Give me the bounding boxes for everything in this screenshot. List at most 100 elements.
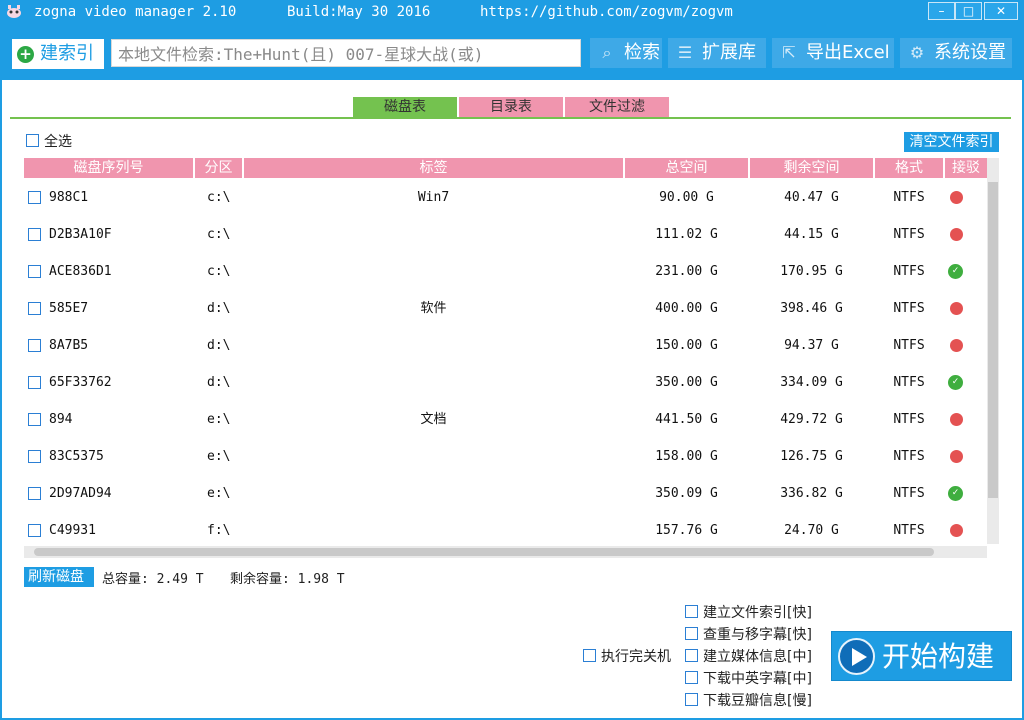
option-download-douban-checkbox[interactable] (685, 693, 698, 706)
column-header-total[interactable]: 总空间 (625, 158, 748, 178)
play-icon (838, 638, 875, 675)
extend-library-button[interactable]: ☰ 扩展库 (668, 38, 766, 68)
close-button[interactable]: ✕ (984, 2, 1018, 20)
cell-format: NTFS (893, 338, 925, 353)
tab-disk-table[interactable]: 磁盘表 (353, 97, 457, 117)
build-index-button[interactable]: + 建索引 (12, 39, 104, 69)
build-index-label: 建索引 (40, 43, 94, 64)
row-checkbox[interactable] (28, 302, 41, 315)
option-dedupe-subtitles-checkbox[interactable] (685, 627, 698, 640)
disconnected-status-icon (950, 228, 963, 241)
tab-divider (10, 117, 1011, 119)
minimize-button[interactable]: – (928, 2, 955, 20)
table-row[interactable]: ACE836D1 c:\ 231.00 G 170.95 G NTFS ✓ (24, 253, 984, 290)
plus-icon: + (17, 46, 34, 63)
table-row[interactable]: 2D97AD94 e:\ 350.09 G 336.82 G NTFS ✓ (24, 475, 984, 512)
search-input[interactable] (111, 39, 581, 67)
cell-label: 软件 (420, 301, 447, 316)
option-build-file-index-checkbox[interactable] (685, 605, 698, 618)
row-checkbox[interactable] (28, 228, 41, 241)
row-checkbox[interactable] (28, 413, 41, 426)
row-checkbox[interactable] (28, 265, 41, 278)
cell-free: 398.46 G (780, 301, 843, 316)
table-row[interactable]: 8A7B5 d:\ 150.00 G 94.37 G NTFS (24, 327, 984, 364)
connected-check-icon: ✓ (948, 375, 963, 390)
cell-partition: e:\ (207, 412, 231, 427)
start-build-button[interactable]: 开始构建 (831, 631, 1012, 681)
option-build-media-info-label: 建立媒体信息[中] (703, 649, 812, 665)
column-header-connected[interactable]: 接驳 (945, 158, 987, 178)
refresh-disks-button[interactable]: 刷新磁盘 (24, 567, 94, 587)
row-checkbox[interactable] (28, 450, 41, 463)
disconnected-status-icon (950, 413, 963, 426)
table-row[interactable]: 988C1 c:\ Win7 90.00 G 40.47 G NTFS (24, 179, 984, 216)
cell-serial: 8A7B5 (49, 338, 89, 353)
cell-partition: c:\ (207, 264, 231, 279)
gear-icon: ⚙ (909, 43, 925, 62)
option-build-media-info-checkbox[interactable] (685, 649, 698, 662)
row-checkbox[interactable] (28, 376, 41, 389)
cell-format: NTFS (893, 301, 925, 316)
clear-file-index-button[interactable]: 清空文件索引 (904, 132, 999, 152)
cell-label: Win7 (417, 190, 450, 205)
connected-check-icon: ✓ (948, 264, 963, 279)
extend-library-label: 扩展库 (702, 42, 756, 63)
cell-serial: D2B3A10F (49, 227, 112, 242)
row-checkbox[interactable] (28, 339, 41, 352)
cell-free: 336.82 G (780, 486, 843, 501)
tab-directory-table[interactable]: 目录表 (459, 97, 563, 117)
disconnected-status-icon (950, 450, 963, 463)
cell-free: 126.75 G (780, 449, 843, 464)
total-capacity: 总容量: 2.49 T (102, 572, 204, 587)
refresh-label: 刷新磁盘 (28, 569, 84, 585)
search-button[interactable]: ⌕ 检索 (590, 38, 662, 68)
option-download-subtitles-checkbox[interactable] (685, 671, 698, 684)
project-url: https://github.com/zogvm/zogvm (480, 4, 733, 20)
row-checkbox[interactable] (28, 191, 41, 204)
table-row[interactable]: 83C5375 e:\ 158.00 G 126.75 G NTFS (24, 438, 984, 475)
cell-format: NTFS (893, 523, 925, 538)
shutdown-after-checkbox[interactable] (583, 649, 596, 662)
export-excel-button[interactable]: ⇱ 导出Excel (772, 38, 894, 68)
list-icon: ☰ (677, 43, 693, 62)
cell-format: NTFS (893, 264, 925, 279)
cell-serial: 83C5375 (49, 449, 104, 464)
row-checkbox[interactable] (28, 524, 41, 537)
tab-file-filter[interactable]: 文件过滤 (565, 97, 669, 117)
maximize-button[interactable]: □ (955, 2, 982, 20)
table-row[interactable]: 585E7 d:\ 软件 400.00 G 398.46 G NTFS (24, 290, 984, 327)
cell-total: 441.50 G (655, 412, 718, 427)
row-checkbox[interactable] (28, 487, 41, 500)
system-settings-button[interactable]: ⚙ 系统设置 (900, 38, 1012, 68)
vertical-scrollbar-thumb[interactable] (988, 182, 998, 498)
connected-check-icon: ✓ (948, 486, 963, 501)
column-header-serial[interactable]: 磁盘序列号 (24, 158, 193, 178)
export-excel-label: 导出Excel (806, 42, 890, 63)
cell-format: NTFS (893, 190, 925, 205)
export-icon: ⇱ (782, 43, 796, 62)
cell-format: NTFS (893, 486, 925, 501)
table-row[interactable]: D2B3A10F c:\ 111.02 G 44.15 G NTFS (24, 216, 984, 253)
system-settings-label: 系统设置 (934, 42, 1006, 63)
cell-total: 150.00 G (655, 338, 718, 353)
column-header-format[interactable]: 格式 (875, 158, 943, 178)
cell-free: 334.09 G (780, 375, 843, 390)
cell-free: 429.72 G (780, 412, 843, 427)
column-header-free[interactable]: 剩余空间 (750, 158, 873, 178)
column-header-label[interactable]: 标签 (244, 158, 623, 178)
table-row[interactable]: 65F33762 d:\ 350.00 G 334.09 G NTFS ✓ (24, 364, 984, 401)
cell-total: 158.00 G (655, 449, 718, 464)
cell-serial: 988C1 (49, 190, 89, 205)
cell-serial: 585E7 (49, 301, 89, 316)
cell-total: 350.09 G (655, 486, 718, 501)
table-row[interactable]: 894 e:\ 文档 441.50 G 429.72 G NTFS (24, 401, 984, 438)
vertical-scrollbar[interactable] (987, 158, 999, 544)
horizontal-scrollbar[interactable] (24, 546, 987, 558)
horizontal-scrollbar-thumb[interactable] (34, 548, 934, 556)
table-row[interactable]: C49931 f:\ 157.76 G 24.70 G NTFS (24, 512, 984, 549)
column-header-partition[interactable]: 分区 (195, 158, 242, 178)
cell-total: 111.02 G (655, 227, 718, 242)
cell-format: NTFS (893, 227, 925, 242)
option-download-douban-label: 下载豆瓣信息[慢] (703, 693, 812, 709)
select-all-checkbox[interactable] (26, 134, 39, 147)
